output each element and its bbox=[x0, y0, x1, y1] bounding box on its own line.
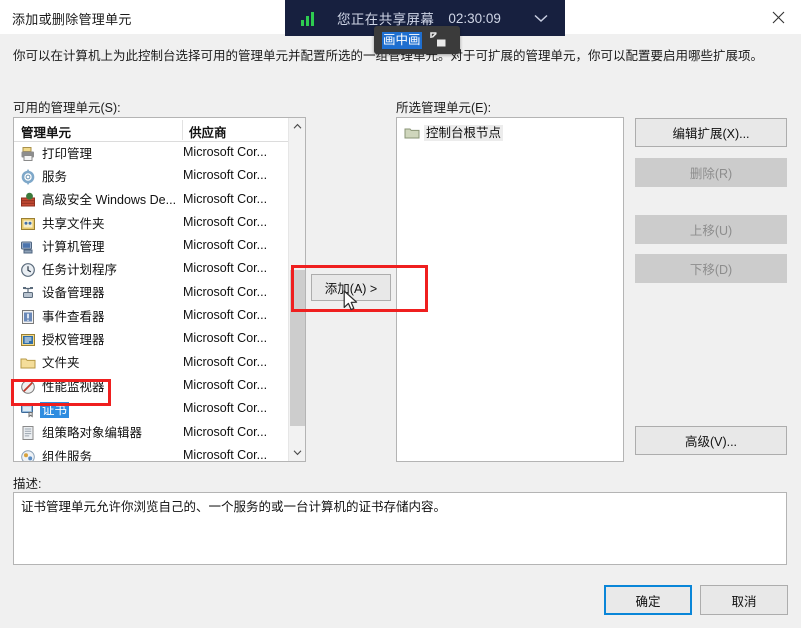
console-root-folder-icon bbox=[404, 125, 420, 141]
list-item[interactable]: 事件查看器 Microsoft Cor... bbox=[14, 305, 305, 328]
selected-snapins-label: 所选管理单元(E): bbox=[396, 101, 492, 115]
ok-button[interactable]: 确定 bbox=[604, 585, 692, 615]
list-item-label: 事件查看器 bbox=[42, 309, 105, 324]
list-item[interactable]: 打印管理 Microsoft Cor... bbox=[14, 142, 305, 165]
list-item-vendor: Microsoft Cor... bbox=[183, 284, 268, 299]
list-item-vendor: Microsoft Cor... bbox=[183, 238, 268, 253]
move-up-button: 上移(U) bbox=[635, 215, 787, 244]
list-item-label: 控制台根节点 bbox=[424, 125, 504, 141]
list-item[interactable]: 文件夹 Microsoft Cor... bbox=[14, 352, 305, 375]
available-snapins-label: 可用的管理单元(S): bbox=[13, 101, 121, 115]
printer-icon bbox=[20, 146, 36, 162]
picture-in-picture-tooltip[interactable]: 画中画 bbox=[374, 26, 460, 54]
cancel-button[interactable]: 取消 bbox=[700, 585, 788, 615]
clock-icon bbox=[20, 262, 36, 278]
list-item[interactable]: 共享文件夹 Microsoft Cor... bbox=[14, 212, 305, 235]
folder-icon bbox=[20, 355, 36, 371]
list-item[interactable]: 授权管理器 Microsoft Cor... bbox=[14, 328, 305, 351]
list-item-label: 服务 bbox=[42, 169, 68, 184]
list-item[interactable]: 组策略对象编辑器 Microsoft Cor... bbox=[14, 422, 305, 445]
dialog-window: 添加或删除管理单元 您正在共享屏幕 02:30:09 画中画 你可以在计算机上为… bbox=[0, 0, 801, 628]
share-timer: 02:30:09 bbox=[448, 10, 501, 26]
close-icon bbox=[772, 11, 784, 23]
list-item-vendor: Microsoft Cor... bbox=[183, 191, 268, 206]
device-icon bbox=[20, 285, 36, 301]
list-item[interactable]: 服务 Microsoft Cor... bbox=[14, 165, 305, 188]
component-icon bbox=[20, 449, 36, 461]
available-snapins-list[interactable]: 管理单元 供应商 打印管理 Microsoft Cor... 服务 Microsoft… bbox=[13, 117, 306, 462]
list-scrollbar[interactable] bbox=[288, 118, 305, 461]
gear-icon bbox=[20, 169, 36, 185]
shared-folder-icon bbox=[20, 216, 36, 232]
list-item-vendor: Microsoft Cor... bbox=[183, 447, 268, 462]
list-item-label: 计算机管理 bbox=[42, 239, 105, 254]
description-text: 证书管理单元允许你浏览自己的、一个服务的或一台计算机的证书存储内容。 bbox=[21, 500, 447, 514]
advanced-button[interactable]: 高级(V)... bbox=[635, 426, 787, 455]
scroll-down-button[interactable] bbox=[289, 444, 305, 461]
list-item-vendor: Microsoft Cor... bbox=[183, 377, 268, 392]
share-status-text: 您正在共享屏幕 bbox=[337, 12, 435, 27]
computer-icon bbox=[20, 239, 36, 255]
list-item[interactable]: 设备管理器 Microsoft Cor... bbox=[14, 282, 305, 305]
performance-icon bbox=[20, 379, 36, 395]
description-label: 描述: bbox=[13, 477, 42, 491]
list-item-label: 证书 bbox=[40, 401, 70, 418]
chevron-up-icon bbox=[293, 123, 302, 129]
list-item-label: 组件服务 bbox=[42, 449, 93, 462]
list-header: 管理单元 供应商 bbox=[14, 118, 305, 142]
list-item-label: 性能监视器 bbox=[42, 379, 105, 394]
list-item[interactable]: 高级安全 Windows De... Microsoft Cor... bbox=[14, 189, 305, 212]
column-divider bbox=[182, 120, 183, 140]
list-item-label: 文件夹 bbox=[42, 356, 80, 371]
list-item[interactable]: 控制台根节点 bbox=[397, 122, 623, 144]
selected-snapins-list[interactable]: 控制台根节点 bbox=[396, 117, 624, 462]
scrollbar-thumb[interactable] bbox=[290, 270, 305, 426]
list-item-label: 高级安全 Windows De... bbox=[42, 193, 177, 208]
list-item-vendor: Microsoft Cor... bbox=[183, 401, 268, 416]
chevron-down-icon bbox=[534, 14, 548, 23]
list-item-selected[interactable]: 证书 Microsoft Cor... bbox=[14, 398, 305, 421]
list-item-vendor: Microsoft Cor... bbox=[183, 308, 268, 323]
list-item-vendor: Microsoft Cor... bbox=[183, 168, 268, 183]
list-item[interactable]: 组件服务 Microsoft Cor... bbox=[14, 445, 305, 462]
description-box: 证书管理单元允许你浏览自己的、一个服务的或一台计算机的证书存储内容。 bbox=[13, 492, 787, 565]
remove-button: 删除(R) bbox=[635, 158, 787, 187]
list-item-label: 打印管理 bbox=[42, 146, 93, 161]
list-item-vendor: Microsoft Cor... bbox=[183, 261, 268, 276]
list-item-vendor: Microsoft Cor... bbox=[183, 424, 268, 439]
list-item-label: 设备管理器 bbox=[42, 286, 105, 301]
window-title: 添加或删除管理单元 bbox=[12, 12, 132, 27]
firewall-icon bbox=[20, 192, 36, 208]
move-down-button: 下移(D) bbox=[635, 254, 787, 283]
list-item-label: 组策略对象编辑器 bbox=[42, 426, 143, 441]
list-item-vendor: Microsoft Cor... bbox=[183, 145, 268, 159]
chevron-down-icon bbox=[293, 450, 302, 456]
list-item-label: 任务计划程序 bbox=[42, 263, 118, 278]
column-header-vendor: 供应商 bbox=[189, 126, 227, 140]
list-item-label: 授权管理器 bbox=[42, 333, 105, 348]
edit-extensions-button[interactable]: 编辑扩展(X)... bbox=[635, 118, 787, 147]
certificate-icon bbox=[20, 402, 36, 418]
close-button[interactable] bbox=[755, 0, 801, 34]
signal-bars-icon bbox=[301, 10, 321, 26]
authorization-icon bbox=[20, 332, 36, 348]
list-rows: 打印管理 Microsoft Cor... 服务 Microsoft Cor... 高级… bbox=[14, 142, 305, 461]
event-log-icon bbox=[20, 309, 36, 325]
list-item[interactable]: 计算机管理 Microsoft Cor... bbox=[14, 235, 305, 258]
list-item[interactable]: 性能监视器 Microsoft Cor... bbox=[14, 375, 305, 398]
picture-in-picture-icon bbox=[429, 32, 446, 47]
list-item-label: 共享文件夹 bbox=[42, 216, 105, 231]
list-item-vendor: Microsoft Cor... bbox=[183, 331, 268, 346]
list-item[interactable]: 任务计划程序 Microsoft Cor... bbox=[14, 258, 305, 281]
scroll-up-button[interactable] bbox=[289, 118, 305, 135]
list-item-vendor: Microsoft Cor... bbox=[183, 354, 268, 369]
list-item-vendor: Microsoft Cor... bbox=[183, 214, 268, 229]
column-header-snapin: 管理单元 bbox=[21, 126, 72, 140]
group-policy-icon bbox=[20, 425, 36, 441]
share-expand-button[interactable] bbox=[531, 12, 551, 24]
add-button[interactable]: 添加(A) > bbox=[311, 274, 391, 301]
pip-label: 画中画 bbox=[382, 31, 422, 49]
